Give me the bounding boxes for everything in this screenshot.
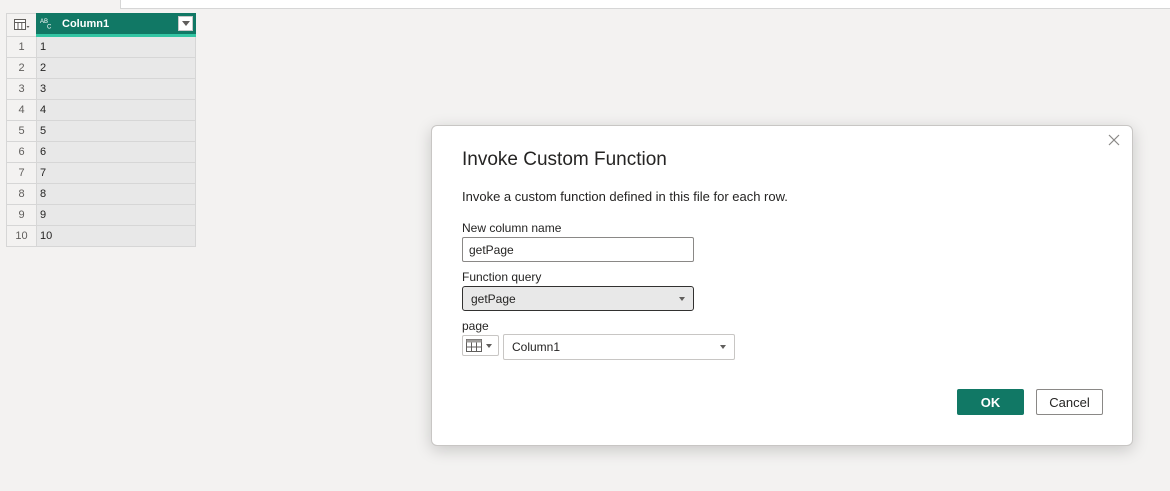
chevron-down-icon	[720, 345, 726, 349]
filter-dropdown-icon[interactable]	[178, 16, 193, 31]
row-index: 5	[6, 121, 36, 142]
function-query-select[interactable]: getPage	[462, 286, 694, 311]
row-index: 6	[6, 142, 36, 163]
column-header-label: Column1	[62, 17, 110, 30]
any-type-icon[interactable]: AB C	[40, 17, 56, 31]
row-index: 9	[6, 205, 36, 226]
table-row[interactable]: 44	[6, 100, 196, 121]
table-row[interactable]: 10 10	[6, 226, 196, 247]
row-index: 4	[6, 100, 36, 121]
row-index: 3	[6, 79, 36, 100]
svg-text:C: C	[47, 24, 52, 29]
function-query-value: getPage	[471, 291, 516, 306]
table-row[interactable]: 11	[6, 37, 196, 58]
table-cell[interactable]: 10	[36, 226, 196, 247]
ok-button[interactable]: OK	[957, 389, 1024, 415]
table-menu-icon[interactable]	[6, 13, 36, 37]
page-param-label: page	[462, 319, 489, 333]
table-row[interactable]: 88	[6, 184, 196, 205]
table-row[interactable]: 33	[6, 79, 196, 100]
table-cell[interactable]: 7	[36, 163, 196, 184]
table-cell[interactable]: 5	[36, 121, 196, 142]
row-index: 1	[6, 37, 36, 58]
new-column-name-label: New column name	[462, 221, 562, 235]
table-cell[interactable]: 9	[36, 205, 196, 226]
grid-header: AB C Column1	[6, 13, 196, 37]
chevron-down-icon	[486, 343, 492, 348]
param-type-picker[interactable]	[462, 335, 499, 356]
table-row[interactable]: 99	[6, 205, 196, 226]
row-index: 7	[6, 163, 36, 184]
table-row[interactable]: 55	[6, 121, 196, 142]
table-row[interactable]: 77	[6, 163, 196, 184]
chevron-down-icon	[679, 296, 685, 301]
table-cell[interactable]: 1	[36, 37, 196, 58]
dialog-description: Invoke a custom function defined in this…	[462, 189, 788, 204]
close-icon[interactable]	[1107, 133, 1123, 149]
page-param-select[interactable]: Column1	[503, 334, 735, 360]
new-column-name-input[interactable]	[462, 237, 694, 262]
function-query-label: Function query	[462, 270, 542, 284]
table-cell[interactable]: 3	[36, 79, 196, 100]
formula-bar[interactable]	[120, 0, 1170, 9]
row-index: 10	[6, 226, 36, 247]
table-cell[interactable]: 2	[36, 58, 196, 79]
grid-rows: 1 1 2 2 3 3 4 4 5 5 6 6 7 7 8 8 9 9 10 10	[6, 37, 196, 247]
dialog-title: Invoke Custom Function	[462, 149, 667, 170]
page-param-value: Column1	[512, 340, 561, 354]
table-cell[interactable]: 8	[36, 184, 196, 205]
table-column-icon	[466, 339, 482, 352]
table-cell[interactable]: 6	[36, 142, 196, 163]
table-row[interactable]: 66	[6, 142, 196, 163]
data-grid: AB C Column1 1 1 2 2 3 3 4 4 5 5 6 6 7 7 8 8 9 9 10 10	[6, 13, 196, 247]
row-index: 2	[6, 58, 36, 79]
invoke-custom-function-dialog: Invoke Custom Function Invoke a custom f…	[431, 125, 1133, 446]
cancel-button[interactable]: Cancel	[1036, 389, 1103, 415]
column-header[interactable]: AB C Column1	[36, 13, 196, 37]
row-index: 8	[6, 184, 36, 205]
table-row[interactable]: 22	[6, 58, 196, 79]
table-cell[interactable]: 4	[36, 100, 196, 121]
